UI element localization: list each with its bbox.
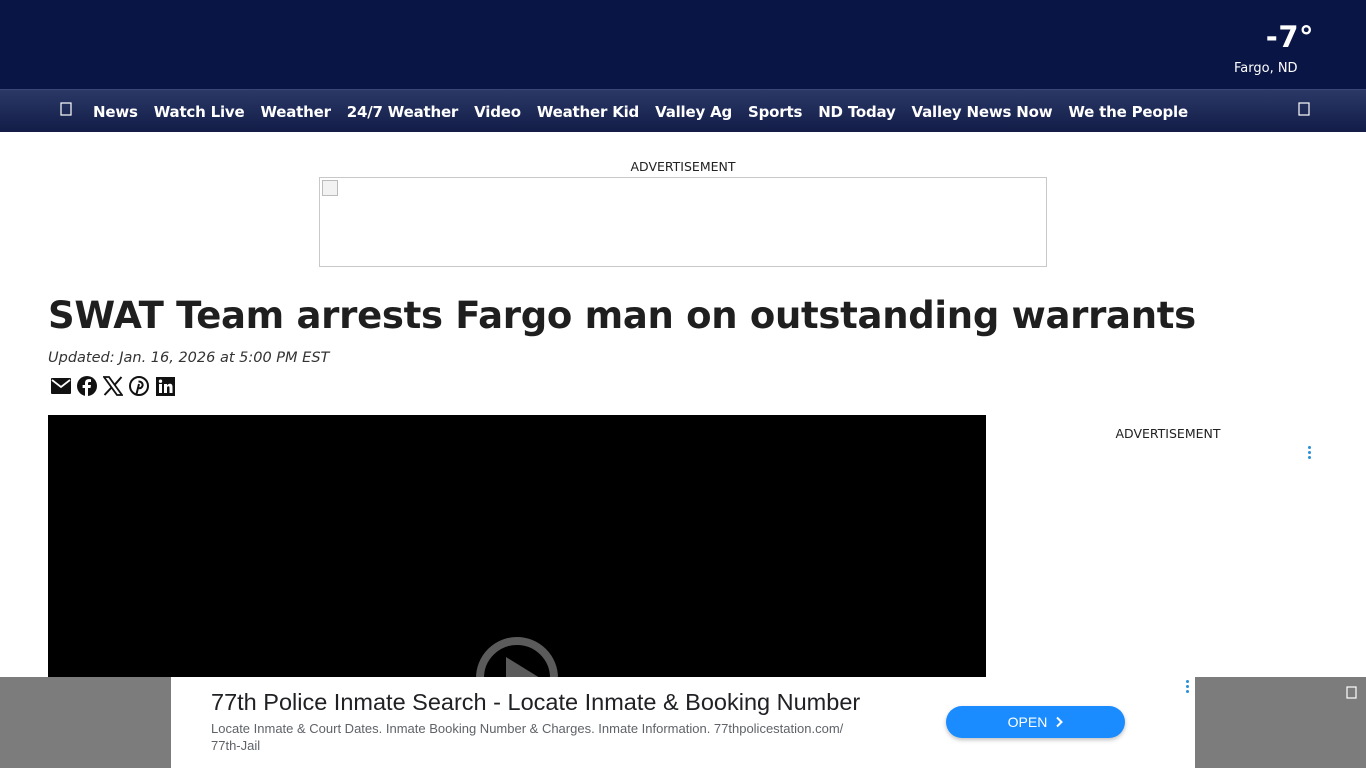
open-ad-button-label: OPEN <box>1007 714 1048 730</box>
side-ad-label: ADVERTISEMENT <box>1115 426 1221 441</box>
nav-item-sports[interactable]: Sports <box>740 103 810 121</box>
nav-item-valley-ag[interactable]: Valley Ag <box>647 103 740 121</box>
nav-item-watch-live[interactable]: Watch Live <box>146 103 253 121</box>
chevron-right-icon <box>1056 716 1064 728</box>
search-icon[interactable] <box>1296 102 1312 120</box>
main-nav: News Watch Live Weather 24/7 Weather Vid… <box>0 89 1366 132</box>
article-headline: SWAT Team arrests Fargo man on outstandi… <box>48 294 1196 337</box>
anchor-ad-title[interactable]: 77th Police Inmate Search - Locate Inmat… <box>211 689 860 716</box>
nav-item-video[interactable]: Video <box>466 103 529 121</box>
linkedin-icon[interactable] <box>154 375 176 397</box>
nav-item-247-weather[interactable]: 24/7 Weather <box>339 103 466 121</box>
nav-item-we-the-people[interactable]: We the People <box>1060 103 1196 121</box>
nav-item-weather[interactable]: Weather <box>252 103 338 121</box>
ad-options-icon[interactable] <box>1184 680 1190 694</box>
article-updated-time: Updated: Jan. 16, 2026 at 5:00 PM EST <box>48 350 330 366</box>
nav-item-valley-news-now[interactable]: Valley News Now <box>904 103 1061 121</box>
weather-location[interactable]: Fargo, ND <box>1234 61 1298 76</box>
share-bar <box>50 375 176 397</box>
close-icon[interactable] <box>1344 686 1358 700</box>
anchor-ad-bar: 77th Police Inmate Search - Locate Inmat… <box>0 677 1366 768</box>
broken-image-icon <box>322 180 338 196</box>
hamburger-menu-icon[interactable] <box>59 102 73 120</box>
anchor-ad-description: Locate Inmate & Court Dates. Inmate Book… <box>211 721 844 753</box>
x-icon[interactable] <box>102 375 124 397</box>
nav-item-news[interactable]: News <box>85 103 146 121</box>
nav-items: News Watch Live Weather 24/7 Weather Vid… <box>85 90 1196 133</box>
facebook-icon[interactable] <box>76 375 98 397</box>
top-ad-label: ADVERTISEMENT <box>630 159 736 174</box>
site-header: -7° Fargo, ND <box>0 0 1366 89</box>
current-temperature[interactable]: -7° <box>1266 20 1314 54</box>
email-icon[interactable] <box>50 375 72 397</box>
pinterest-icon[interactable] <box>128 375 150 397</box>
nav-item-nd-today[interactable]: ND Today <box>810 103 903 121</box>
ad-options-icon[interactable] <box>1306 446 1312 460</box>
anchor-ad-card[interactable]: 77th Police Inmate Search - Locate Inmat… <box>171 677 1195 768</box>
nav-item-weather-kid[interactable]: Weather Kid <box>529 103 647 121</box>
top-ad-slot[interactable] <box>319 177 1047 267</box>
open-ad-button[interactable]: OPEN <box>946 706 1125 738</box>
